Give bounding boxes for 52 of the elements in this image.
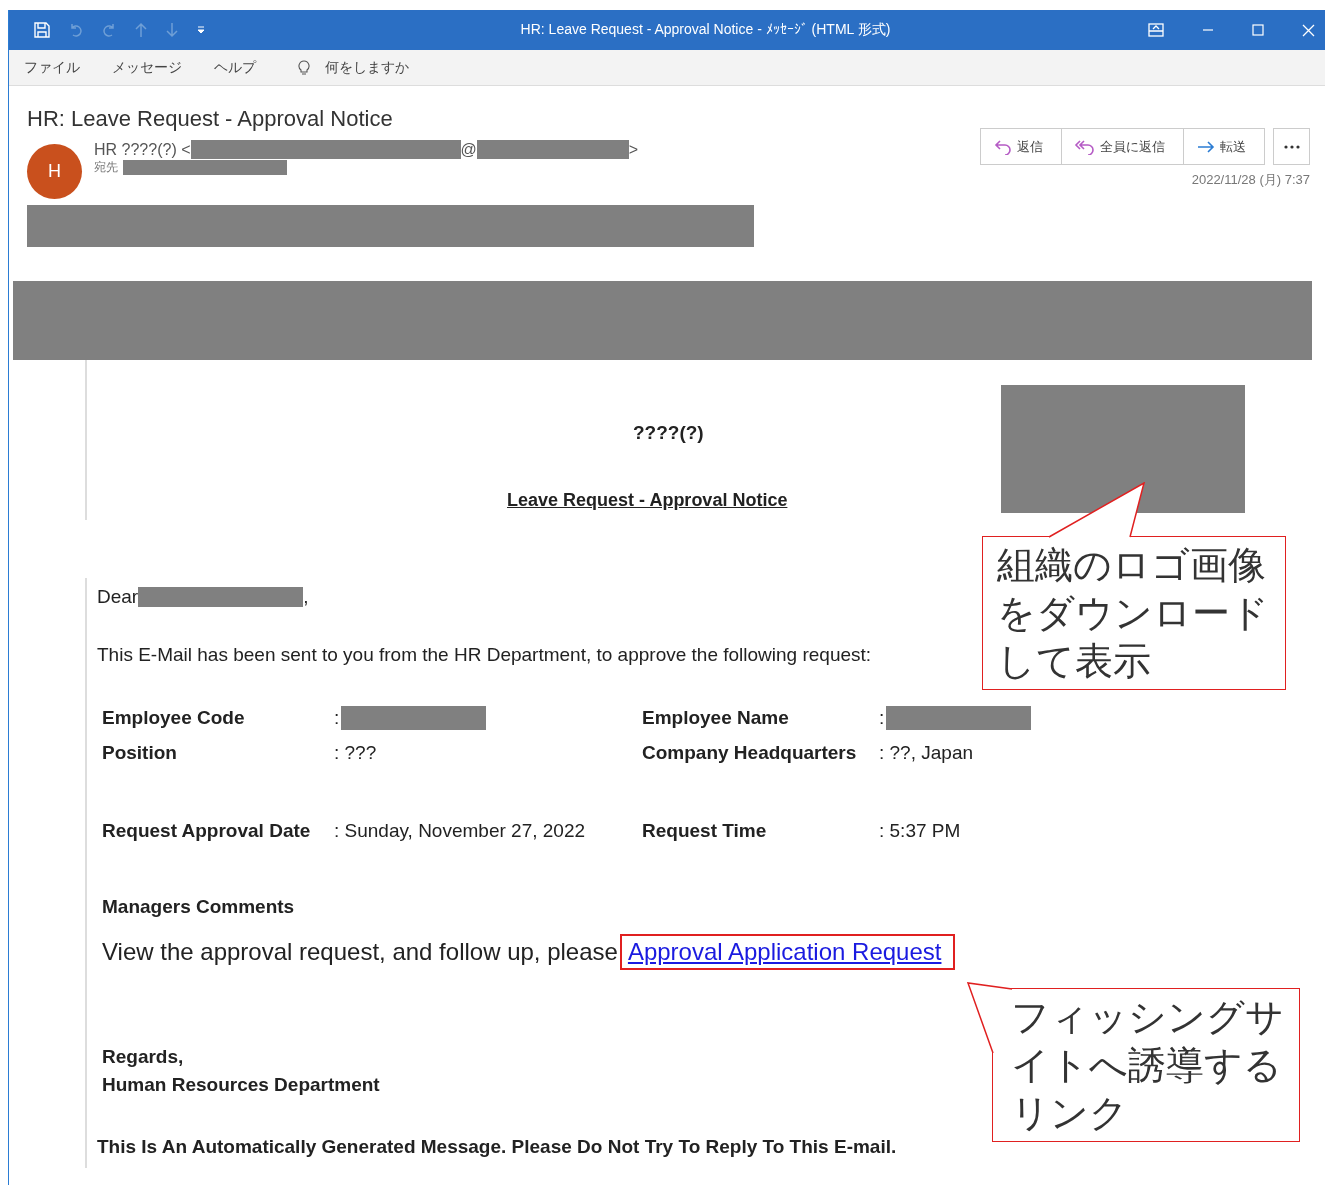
annotation-callout: フィッシングサイトへ誘導するリンク [992, 988, 1300, 1142]
footer-note: This Is An Automatically Generated Message. Please Do Not Try To Reply To This E-mail. [97, 1136, 897, 1158]
tell-me-search[interactable]: 何をしますか [325, 58, 409, 77]
field-label: Position [102, 742, 178, 764]
window-title: HR: Leave Request - Approval Notice - ﾒｯｾｰｼﾞ (HTML 形式) [519, 21, 892, 39]
close-icon[interactable] [1302, 23, 1315, 37]
lightbulb-icon [298, 59, 310, 76]
callout-pointer [966, 982, 1014, 1054]
field-label: Employee Code [102, 707, 246, 729]
greeting: Dear [97, 586, 139, 608]
field-label: Request Time [642, 820, 768, 842]
menu-item[interactable]: ヘルプ [214, 58, 256, 77]
comment-text: View the approval request, and follow up, please [102, 938, 618, 966]
more-actions-button[interactable] [1273, 128, 1310, 165]
field-value: : 5:37 PM [879, 820, 961, 842]
undo-icon[interactable] [68, 22, 84, 38]
approval-link[interactable]: Approval Application Request [627, 938, 942, 965]
forward-arrow-icon [1196, 138, 1216, 155]
customize-caret-icon[interactable] [196, 25, 206, 35]
up-arrow-icon[interactable] [134, 22, 148, 38]
email-subheading: Leave Request - Approval Notice [507, 490, 788, 511]
field-value: : ??? [334, 742, 377, 764]
redo-icon[interactable] [101, 22, 117, 38]
maximize-icon[interactable] [1252, 24, 1264, 36]
email-heading: ????(?) [633, 422, 704, 444]
sender-name: HR ????(?) < [94, 140, 191, 159]
more-icon [1283, 144, 1300, 149]
down-arrow-icon[interactable] [165, 22, 179, 38]
field-label: Employee Name [642, 707, 790, 729]
angle-bracket: > [628, 140, 639, 159]
field-value: : [334, 707, 340, 729]
field-label: Request Approval Date [102, 820, 312, 842]
received-date: 2022/11/28 (月) 7:37 [1191, 171, 1310, 189]
field-value: : [879, 707, 885, 729]
at-sign: @ [460, 140, 477, 159]
comments-heading: Managers Comments [101, 896, 296, 918]
reply-icon [993, 138, 1013, 155]
ribbon-display-icon[interactable] [1148, 23, 1164, 37]
field-value: : ??, Japan [879, 742, 974, 764]
department-text: Human Resources Department [101, 1074, 380, 1096]
field-value: : Sunday, November 27, 2022 [334, 820, 586, 842]
field-label: Company Headquarters [642, 742, 858, 764]
intro-text: This E-Mail has been sent to you from the HR Department, to approve the following request: [97, 644, 872, 666]
sender-avatar: H [27, 144, 82, 199]
reply-all-icon [1074, 138, 1096, 155]
comma: , [303, 586, 309, 608]
save-icon[interactable] [33, 21, 51, 39]
menu-item[interactable]: ファイル [24, 58, 80, 77]
menu-item[interactable]: メッセージ [112, 58, 182, 77]
regards-text: Regards, [101, 1046, 184, 1068]
recipient-label: 宛先 [94, 159, 118, 176]
message-subject: HR: Leave Request - Approval Notice [27, 105, 394, 132]
